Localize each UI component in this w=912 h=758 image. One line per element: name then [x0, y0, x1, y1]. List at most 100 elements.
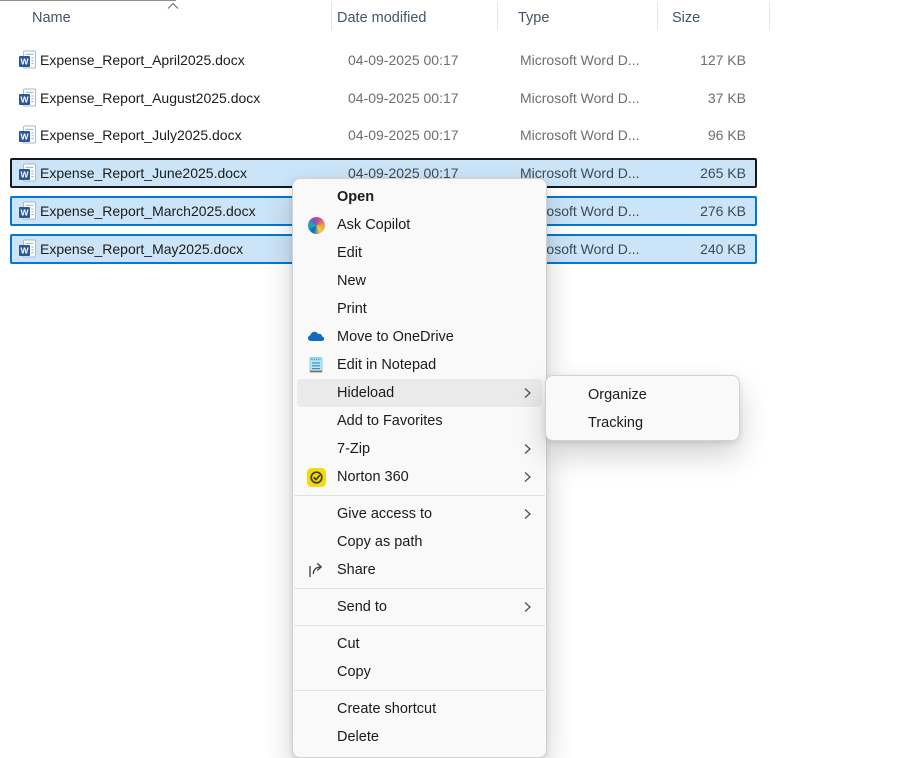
menu-item-give-access-to[interactable]: Give access to [297, 500, 542, 528]
svg-text:W: W [20, 245, 29, 255]
menu-separator [294, 588, 545, 589]
column-divider[interactable] [497, 2, 498, 30]
norton-icon [306, 467, 326, 487]
empty-icon-slot [306, 411, 326, 431]
menu-item-organize[interactable]: Organize [550, 381, 735, 409]
column-header-name[interactable]: Name [32, 10, 71, 26]
empty-icon-slot [557, 413, 577, 433]
column-header-type[interactable]: Type [518, 10, 549, 26]
file-row[interactable]: W Expense_Report_August2025.docx 04-09-20… [10, 83, 757, 113]
file-date-modified: 04-09-2025 00:17 [348, 52, 459, 68]
chevron-right-icon [523, 471, 532, 483]
word-document-icon: W [18, 201, 38, 221]
chevron-right-icon [523, 508, 532, 520]
menu-item-copy[interactable]: Copy [297, 658, 542, 686]
menu-item-label: Copy [337, 664, 371, 680]
empty-icon-slot [306, 243, 326, 263]
empty-icon-slot [306, 299, 326, 319]
svg-text:W: W [20, 56, 29, 66]
column-divider[interactable] [331, 2, 332, 30]
file-row[interactable]: W Expense_Report_April2025.docx 04-09-202… [10, 45, 757, 75]
menu-separator [294, 625, 545, 626]
hideload-submenu: Organize Tracking [545, 375, 740, 441]
menu-item-move-to-onedrive[interactable]: Move to OneDrive [297, 323, 542, 351]
svg-text:W: W [20, 169, 29, 179]
menu-item-edit[interactable]: Edit [297, 239, 542, 267]
menu-item-label: Edit [337, 245, 362, 261]
menu-item-new[interactable]: New [297, 267, 542, 295]
empty-icon-slot [557, 385, 577, 405]
word-document-icon: W [18, 50, 38, 70]
menu-item-copy-as-path[interactable]: Copy as path [297, 528, 542, 556]
column-header-date-modified[interactable]: Date modified [337, 10, 426, 26]
column-header-size[interactable]: Size [672, 10, 700, 26]
column-divider[interactable] [769, 2, 770, 30]
file-size: 276 KB [700, 203, 746, 219]
menu-item-norton-360[interactable]: Norton 360 [297, 463, 542, 491]
file-type: Microsoft Word D... [520, 90, 640, 106]
menu-item-tracking[interactable]: Tracking [550, 409, 735, 437]
menu-item-label: Print [337, 301, 367, 317]
word-document-icon: W [18, 88, 38, 108]
menu-item-label: Organize [588, 387, 647, 403]
menu-item-label: Tracking [588, 415, 643, 431]
menu-item-7-zip[interactable]: 7-Zip [297, 435, 542, 463]
menu-item-cut[interactable]: Cut [297, 630, 542, 658]
empty-icon-slot [306, 271, 326, 291]
column-divider[interactable] [657, 2, 658, 30]
menu-item-label: Move to OneDrive [337, 329, 454, 345]
menu-item-create-shortcut[interactable]: Create shortcut [297, 695, 542, 723]
menu-item-label: Share [337, 562, 376, 578]
menu-item-open[interactable]: Open [297, 183, 542, 211]
file-size: 127 KB [700, 52, 746, 68]
empty-icon-slot [306, 187, 326, 207]
menu-item-label: Hideload [337, 385, 394, 401]
file-date-modified: 04-09-2025 00:17 [348, 90, 459, 106]
file-name: Expense_Report_March2025.docx [40, 203, 256, 219]
menu-item-label: Norton 360 [337, 469, 409, 485]
menu-item-label: Send to [337, 599, 387, 615]
menu-item-label: Create shortcut [337, 701, 436, 717]
empty-icon-slot [306, 383, 326, 403]
chevron-right-icon [523, 387, 532, 399]
menu-item-hideload[interactable]: Hideload [297, 379, 542, 407]
chevron-right-icon [523, 601, 532, 613]
svg-text:W: W [20, 131, 29, 141]
menu-item-send-to[interactable]: Send to [297, 593, 542, 621]
menu-item-ask-copilot[interactable]: Ask Copilot [297, 211, 542, 239]
menu-item-share[interactable]: Share [297, 556, 542, 584]
menu-item-label: New [337, 273, 366, 289]
file-type: Microsoft Word D... [520, 52, 640, 68]
menu-item-label: Open [337, 189, 374, 205]
file-name: Expense_Report_August2025.docx [40, 90, 260, 106]
file-type: Microsoft Word D... [520, 127, 640, 143]
chevron-right-icon [523, 443, 532, 455]
file-size: 37 KB [708, 90, 746, 106]
sort-ascending-chevron-up-icon[interactable] [167, 2, 179, 10]
menu-item-label: Delete [337, 729, 379, 745]
column-header-row: Name Date modified Type Size [0, 0, 912, 36]
share-icon [306, 560, 326, 580]
menu-item-add-to-favorites[interactable]: Add to Favorites [297, 407, 542, 435]
menu-item-label: Ask Copilot [337, 217, 410, 233]
menu-item-label: 7-Zip [337, 441, 370, 457]
empty-icon-slot [306, 504, 326, 524]
file-name: Expense_Report_April2025.docx [40, 52, 245, 68]
file-size: 96 KB [708, 127, 746, 143]
file-size: 265 KB [700, 165, 746, 181]
menu-item-label: Add to Favorites [337, 413, 443, 429]
copilot-icon [306, 215, 326, 235]
notepad-icon [306, 355, 326, 375]
empty-icon-slot [306, 439, 326, 459]
menu-item-print[interactable]: Print [297, 295, 542, 323]
empty-icon-slot [306, 662, 326, 682]
empty-icon-slot [306, 699, 326, 719]
menu-item-label: Edit in Notepad [337, 357, 436, 373]
file-row[interactable]: W Expense_Report_July2025.docx04-09-2025… [10, 120, 757, 150]
onedrive-icon [306, 327, 326, 347]
svg-text:W: W [20, 94, 29, 104]
file-name: Expense_Report_May2025.docx [40, 241, 243, 257]
menu-item-label: Cut [337, 636, 360, 652]
context-menu: Open Ask Copilot Edit New Print Move to OneD… [292, 178, 547, 758]
menu-item-edit-in-notepad[interactable]: Edit in Notepad [297, 351, 542, 379]
